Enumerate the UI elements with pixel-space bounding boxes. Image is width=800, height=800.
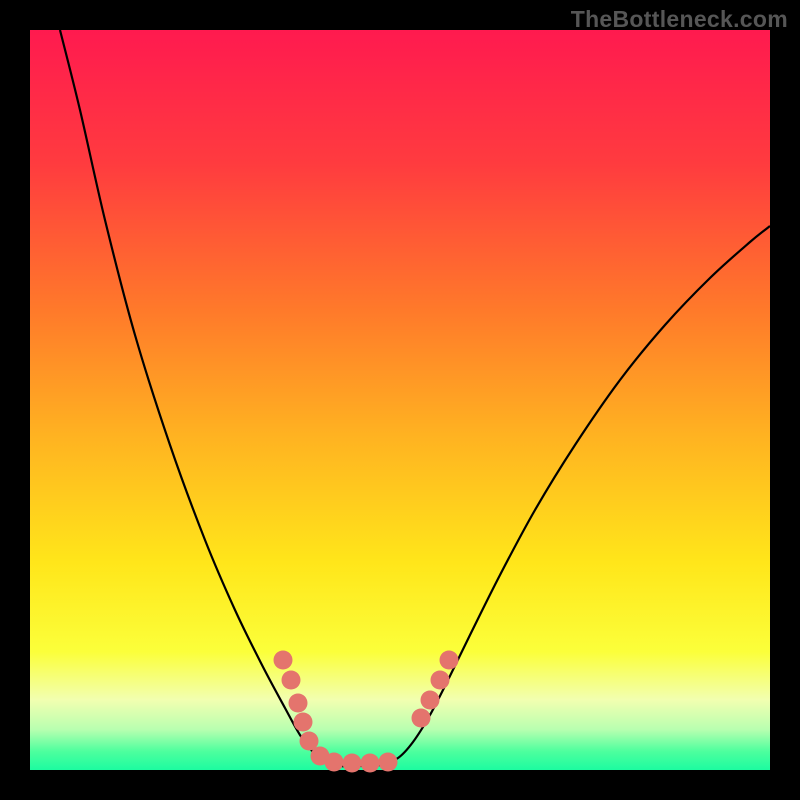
curve-marker [412, 709, 431, 728]
plot-background [30, 30, 770, 770]
curve-marker [289, 694, 308, 713]
curve-marker [325, 753, 344, 772]
curve-marker [343, 754, 362, 773]
curve-marker [431, 671, 450, 690]
curve-marker [379, 753, 398, 772]
curve-marker [440, 651, 459, 670]
curve-marker [361, 754, 380, 773]
curve-marker [282, 671, 301, 690]
curve-marker [274, 651, 293, 670]
curve-marker [421, 691, 440, 710]
watermark-label: TheBottleneck.com [571, 6, 788, 33]
chart-frame: TheBottleneck.com [0, 0, 800, 800]
bottleneck-chart [0, 0, 800, 800]
curve-marker [294, 713, 313, 732]
